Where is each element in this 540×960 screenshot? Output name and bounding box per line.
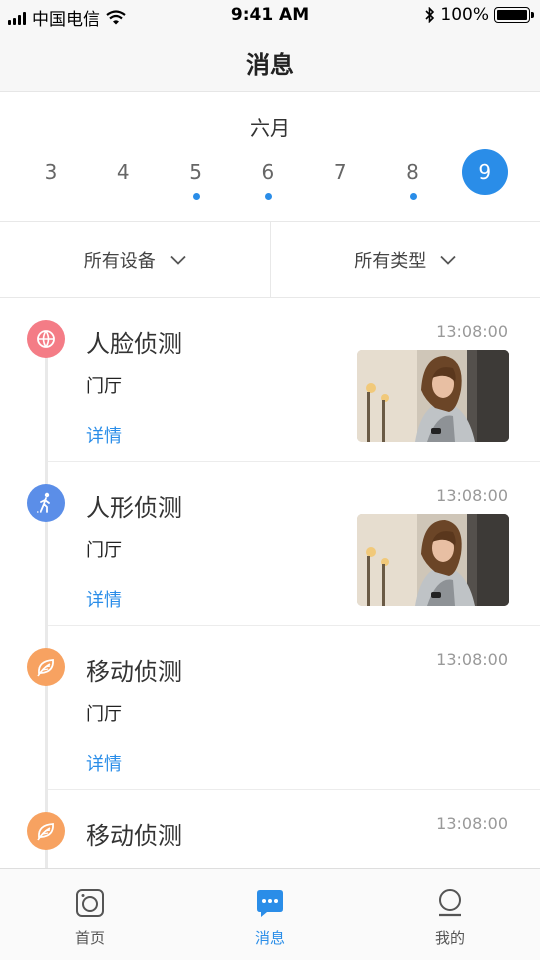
event-location: 门厅 bbox=[86, 540, 122, 561]
event-item[interactable]: 移动侦测13:08:00门厅 bbox=[0, 790, 540, 868]
date-strip: 六月 3456789 bbox=[0, 92, 540, 222]
event-location: 门厅 bbox=[86, 704, 122, 725]
tab-messages-label: 消息 bbox=[254, 929, 285, 947]
event-item[interactable]: 人脸侦测 13:08:00 门厅详情 bbox=[0, 298, 540, 462]
nav-bar: 消息 bbox=[0, 32, 540, 92]
tab-messages[interactable]: 消息 bbox=[180, 869, 360, 960]
day-8[interactable]: 8 bbox=[390, 149, 436, 195]
chevron-down-icon bbox=[440, 255, 456, 265]
event-time: 13:08:00 bbox=[436, 650, 508, 669]
type-filter[interactable]: 所有类型 bbox=[269, 222, 540, 297]
event-detail-link[interactable]: 详情 bbox=[86, 586, 122, 612]
snapshot-image bbox=[357, 514, 509, 606]
battery-percent: 100% bbox=[440, 5, 489, 25]
event-time: 13:08:00 bbox=[436, 486, 508, 505]
event-list[interactable]: 人脸侦测 13:08:00 门厅 详情 人形侦测 13:08:00 门厅 详情 移动侦测 13:0… bbox=[0, 298, 540, 868]
event-dot bbox=[265, 193, 273, 200]
face-detect-icon bbox=[27, 320, 65, 358]
chevron-down-icon bbox=[170, 255, 186, 265]
tab-bar: 首页 消息 我的 bbox=[0, 868, 540, 960]
camera-icon bbox=[76, 889, 104, 917]
event-time: 13:08:00 bbox=[436, 814, 508, 833]
event-item[interactable]: 人形侦测 13:08:00 门厅详情 bbox=[0, 462, 540, 626]
event-dot bbox=[410, 193, 417, 200]
day-5[interactable]: 5 bbox=[173, 149, 219, 195]
bluetooth-icon bbox=[425, 7, 435, 23]
event-dot bbox=[193, 193, 201, 200]
day-6[interactable]: 6 bbox=[245, 149, 291, 195]
month-label: 六月 bbox=[250, 116, 290, 140]
type-filter-label: 所有类型 bbox=[354, 250, 427, 272]
page-title: 消息 bbox=[246, 51, 294, 79]
device-filter-label: 所有设备 bbox=[83, 250, 156, 272]
motion-detect-icon bbox=[27, 812, 65, 850]
day-4[interactable]: 4 bbox=[100, 149, 146, 195]
tab-profile[interactable]: 我的 bbox=[360, 869, 540, 960]
day-3[interactable]: 3 bbox=[28, 149, 74, 195]
event-title: 人形侦测 bbox=[86, 494, 182, 522]
tab-home-label: 首页 bbox=[74, 929, 105, 947]
motion-detect-icon bbox=[27, 648, 65, 686]
event-item[interactable]: 移动侦测 13:08:00 门厅详情 bbox=[0, 626, 540, 790]
event-time: 13:08:00 bbox=[436, 322, 508, 341]
event-title: 人脸侦测 bbox=[86, 330, 182, 358]
event-detail-link[interactable]: 详情 bbox=[86, 750, 122, 776]
status-bar: 中国电信 9:41 AM 100% bbox=[0, 0, 540, 32]
event-thumbnail[interactable] bbox=[357, 514, 509, 606]
person-walk-icon bbox=[27, 484, 65, 522]
device-filter[interactable]: 所有设备 bbox=[0, 222, 270, 297]
message-icon bbox=[257, 890, 283, 917]
tab-profile-label: 我的 bbox=[434, 929, 465, 947]
filter-bar: 所有设备 所有类型 bbox=[0, 222, 540, 298]
event-title: 移动侦测 bbox=[86, 658, 182, 686]
event-detail-link[interactable]: 详情 bbox=[86, 422, 122, 448]
battery-fill bbox=[497, 10, 527, 20]
tab-home[interactable]: 首页 bbox=[0, 869, 180, 960]
user-icon bbox=[439, 889, 461, 917]
event-location: 门厅 bbox=[86, 376, 122, 397]
battery-icon bbox=[494, 7, 534, 23]
event-thumbnail[interactable] bbox=[357, 350, 509, 442]
snapshot-image bbox=[357, 350, 509, 442]
status-right: 100% bbox=[425, 5, 534, 25]
day-9[interactable]: 9 bbox=[461, 149, 508, 195]
event-title: 移动侦测 bbox=[86, 822, 182, 850]
day-7[interactable]: 7 bbox=[317, 149, 363, 195]
